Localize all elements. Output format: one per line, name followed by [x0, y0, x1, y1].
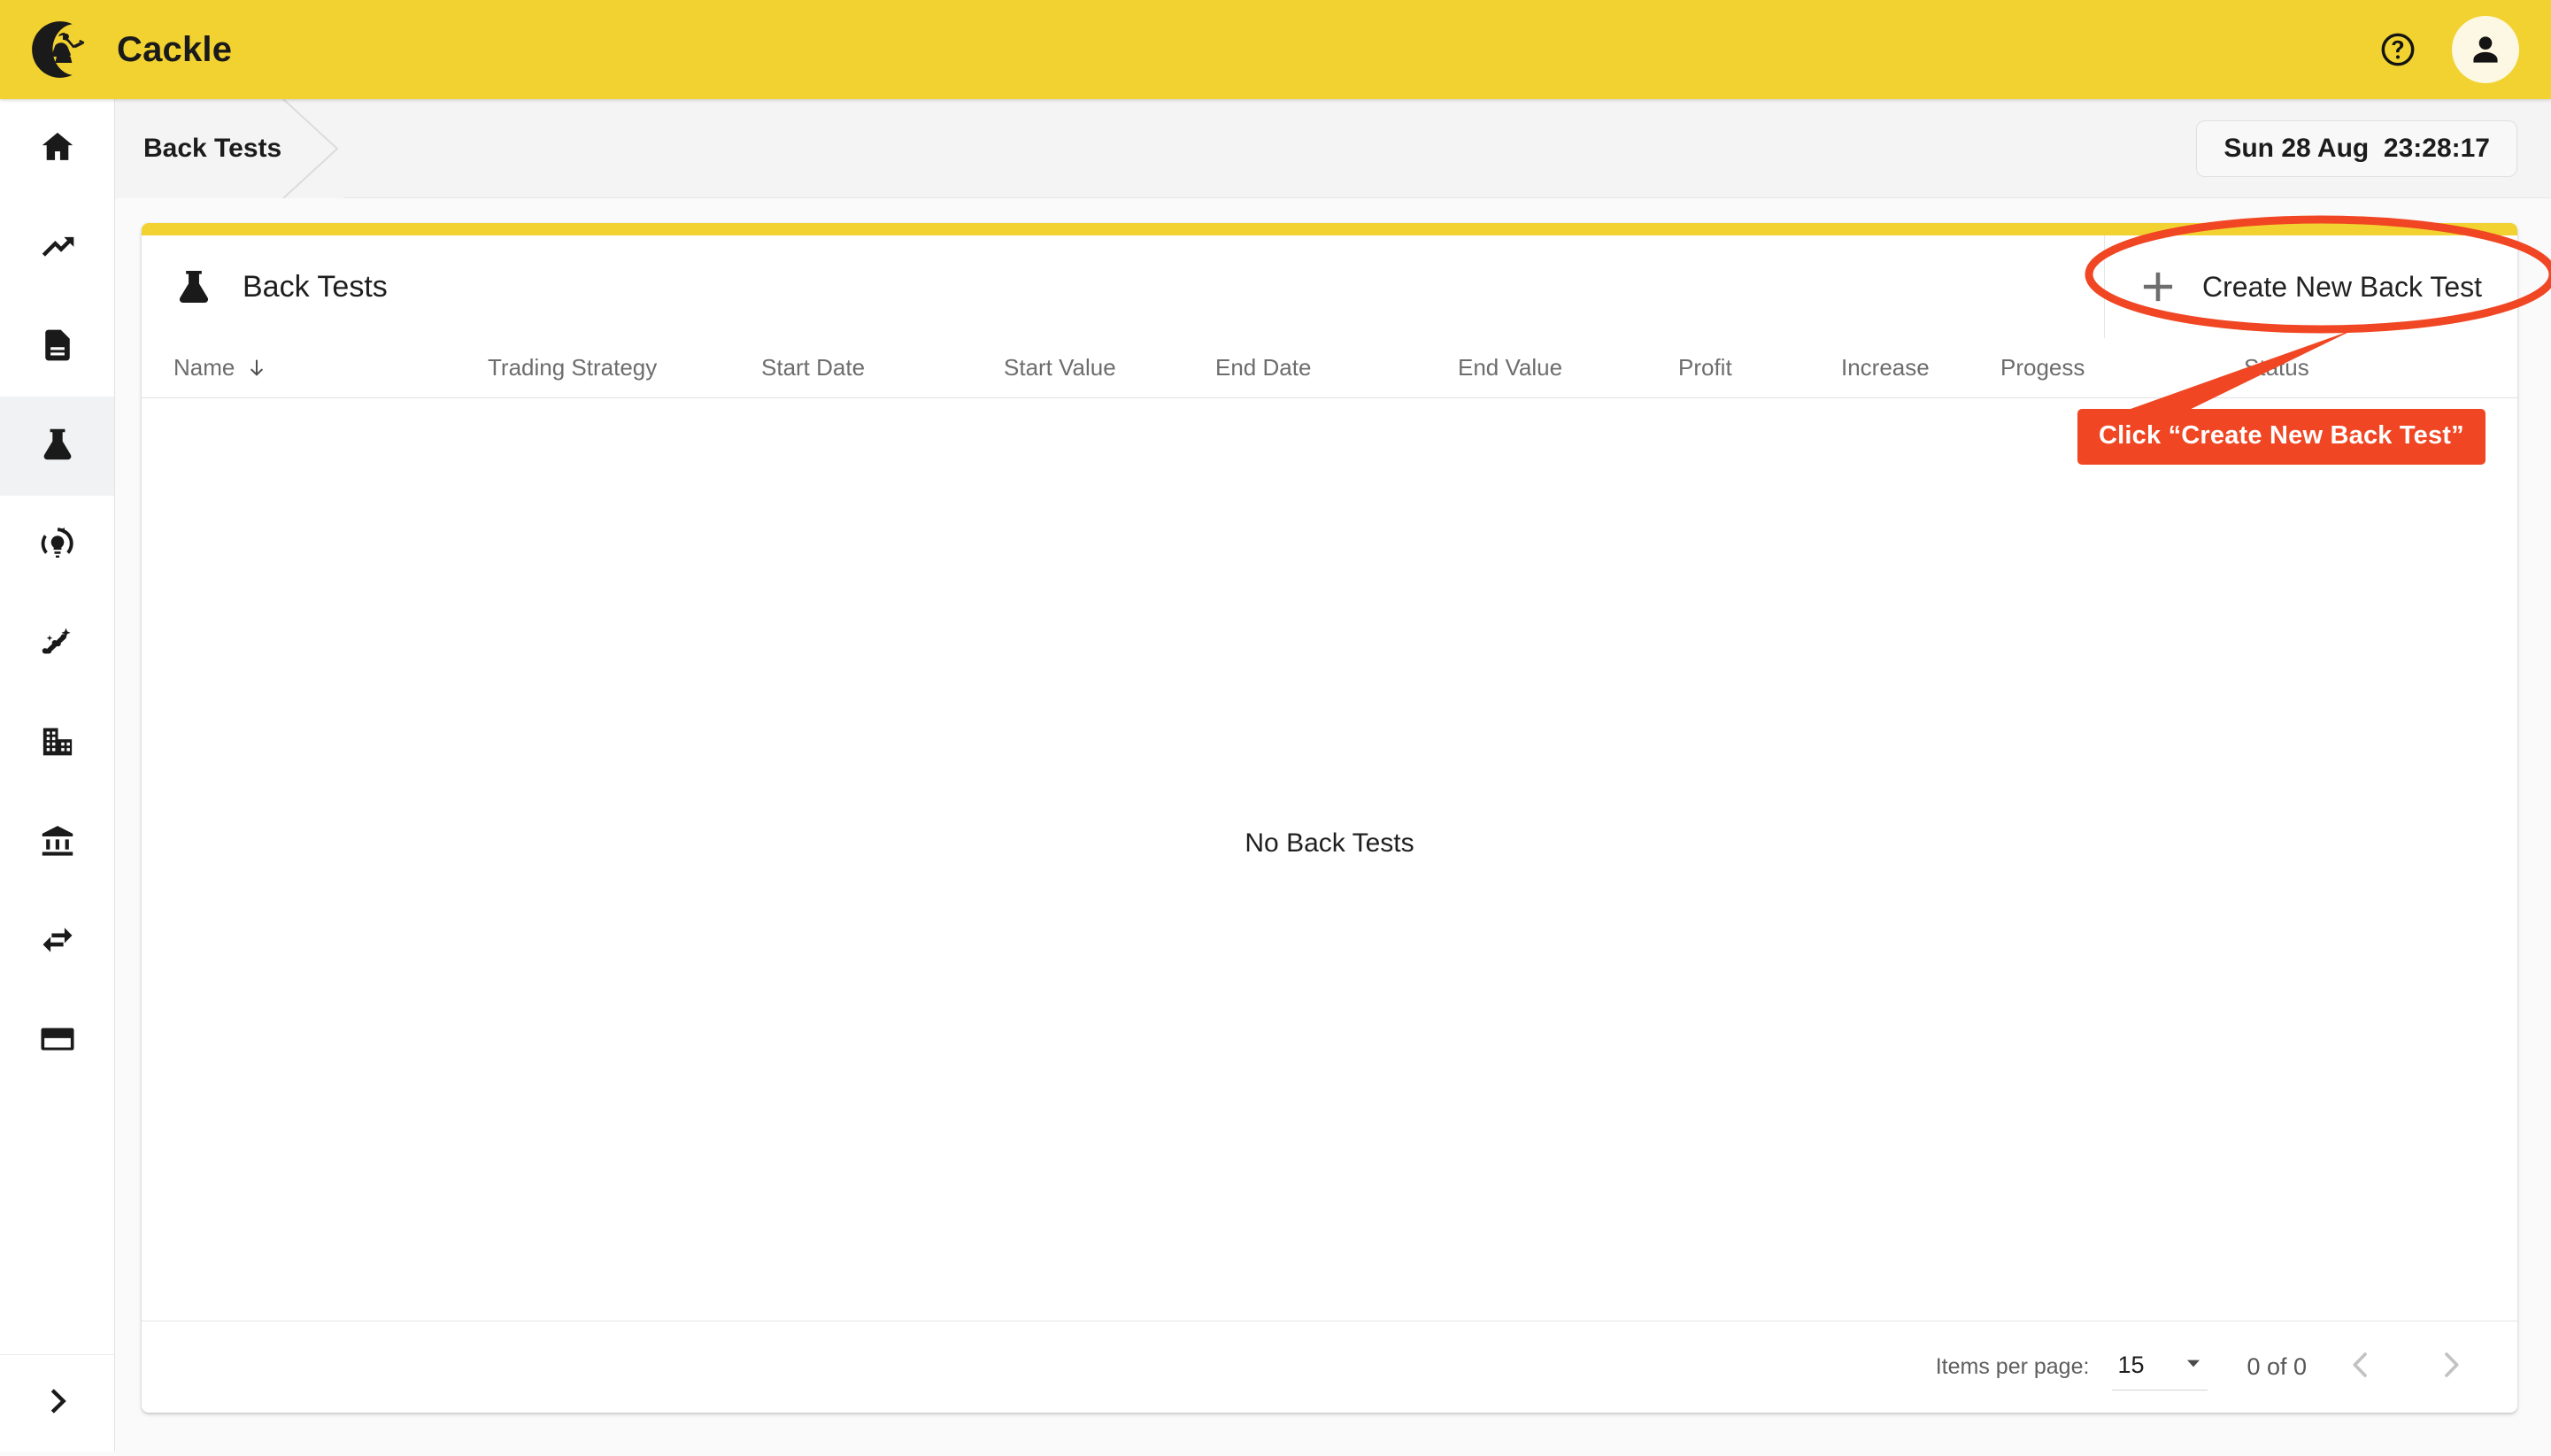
sidebar-item-home[interactable] — [0, 99, 114, 198]
sidebar-item-documents[interactable] — [0, 297, 114, 397]
previous-page-button[interactable] — [2324, 1331, 2397, 1404]
avatar[interactable] — [2452, 16, 2519, 83]
refresh-bulb-icon — [38, 524, 77, 567]
column-header-start-date[interactable]: Start Date — [761, 354, 865, 381]
flask-icon — [38, 425, 77, 468]
document-icon — [38, 326, 77, 369]
card-accent-bar — [142, 223, 2517, 235]
column-header-name[interactable]: Name — [173, 354, 268, 381]
column-header-profit-label: Profit — [1678, 354, 1732, 381]
app-header: Cackle — [0, 0, 2551, 99]
column-header-end-date-label: End Date — [1215, 354, 1312, 381]
sidebar-item-insights[interactable] — [0, 496, 114, 595]
items-per-page-label: Items per page: — [1935, 1354, 2090, 1379]
column-header-increase-label: Increase — [1841, 354, 1930, 381]
paginator: Items per page: 15 0 of 0 — [142, 1321, 2517, 1413]
column-header-profit[interactable]: Profit — [1678, 354, 1732, 381]
column-header-progess-label: Progess — [2000, 354, 2085, 381]
auto-graph-icon — [38, 623, 77, 666]
back-tests-card: Back Tests Create New Back Test Name Tra… — [142, 223, 2517, 1413]
credit-card-icon — [38, 1020, 77, 1063]
column-header-trading-strategy-label: Trading Strategy — [488, 354, 658, 381]
column-header-end-date[interactable]: End Date — [1215, 354, 1311, 381]
plus-icon — [2135, 266, 2181, 307]
sidebar-item-transfers[interactable] — [0, 892, 114, 991]
column-header-status-label: Status — [2244, 354, 2309, 381]
table-header-row: Name Trading Strategy Start Date Start V… — [142, 338, 2517, 398]
column-header-start-date-label: Start Date — [761, 354, 866, 381]
sidebar-item-trending[interactable] — [0, 198, 114, 297]
sidebar-item-accounts[interactable] — [0, 793, 114, 892]
items-per-page-select[interactable]: 15 — [2112, 1344, 2208, 1391]
sidebar-item-payments[interactable] — [0, 991, 114, 1090]
flask-icon — [173, 266, 214, 307]
create-new-back-test-label: Create New Back Test — [2202, 270, 2482, 303]
breadcrumb[interactable]: Back Tests — [115, 97, 344, 199]
column-header-end-value-label: End Value — [1458, 354, 1563, 381]
chevron-left-icon — [2343, 1347, 2378, 1387]
breadcrumb-label: Back Tests — [143, 133, 282, 163]
column-header-increase[interactable]: Increase — [1841, 354, 1930, 381]
arrow-down-icon — [245, 357, 268, 380]
column-header-start-value-label: Start Value — [1004, 354, 1116, 381]
column-header-trading-strategy[interactable]: Trading Strategy — [488, 354, 657, 381]
empty-state-message: No Back Tests — [1245, 828, 1414, 858]
items-per-page-value: 15 — [2117, 1351, 2145, 1378]
column-header-status[interactable]: Status — [2244, 354, 2309, 381]
trending-up-icon — [38, 227, 77, 270]
help-circle-icon[interactable] — [2367, 19, 2429, 81]
swap-horizontal-icon — [38, 921, 77, 964]
home-icon — [38, 127, 77, 171]
table-body: No Back Tests — [142, 398, 2517, 1321]
chevron-right-icon — [2433, 1347, 2469, 1387]
brand-name: Cackle — [117, 29, 233, 69]
card-header: Back Tests Create New Back Test — [142, 235, 2517, 338]
next-page-button[interactable] — [2415, 1331, 2487, 1404]
breadcrumb-bar: Back Tests Sun 28 Aug 23:28:17 — [115, 97, 2551, 199]
witch-on-broom-moon-logo[interactable] — [30, 19, 90, 80]
column-header-name-label: Name — [173, 354, 235, 381]
pagination-range: 0 of 0 — [2247, 1353, 2307, 1380]
clock-display: Sun 28 Aug 23:28:17 — [2196, 119, 2517, 177]
bank-icon — [38, 821, 77, 865]
column-header-end-value[interactable]: End Value — [1458, 354, 1562, 381]
create-new-back-test-button[interactable]: Create New Back Test — [2104, 235, 2517, 338]
sidebar-item-auto-graph[interactable] — [0, 595, 114, 694]
page-title: Back Tests — [243, 269, 388, 304]
column-header-progess[interactable]: Progess — [2000, 354, 2085, 381]
sidebar — [0, 99, 115, 1452]
triangle-down-icon — [2183, 1352, 2204, 1378]
sidebar-expand-button[interactable] — [0, 1354, 114, 1452]
chevron-right-icon — [40, 1383, 75, 1423]
sidebar-item-business[interactable] — [0, 694, 114, 793]
breadcrumb-chevron-icon — [282, 97, 344, 199]
business-icon — [38, 722, 77, 766]
column-header-start-value[interactable]: Start Value — [1004, 354, 1116, 381]
sidebar-item-back-tests[interactable] — [0, 397, 114, 496]
